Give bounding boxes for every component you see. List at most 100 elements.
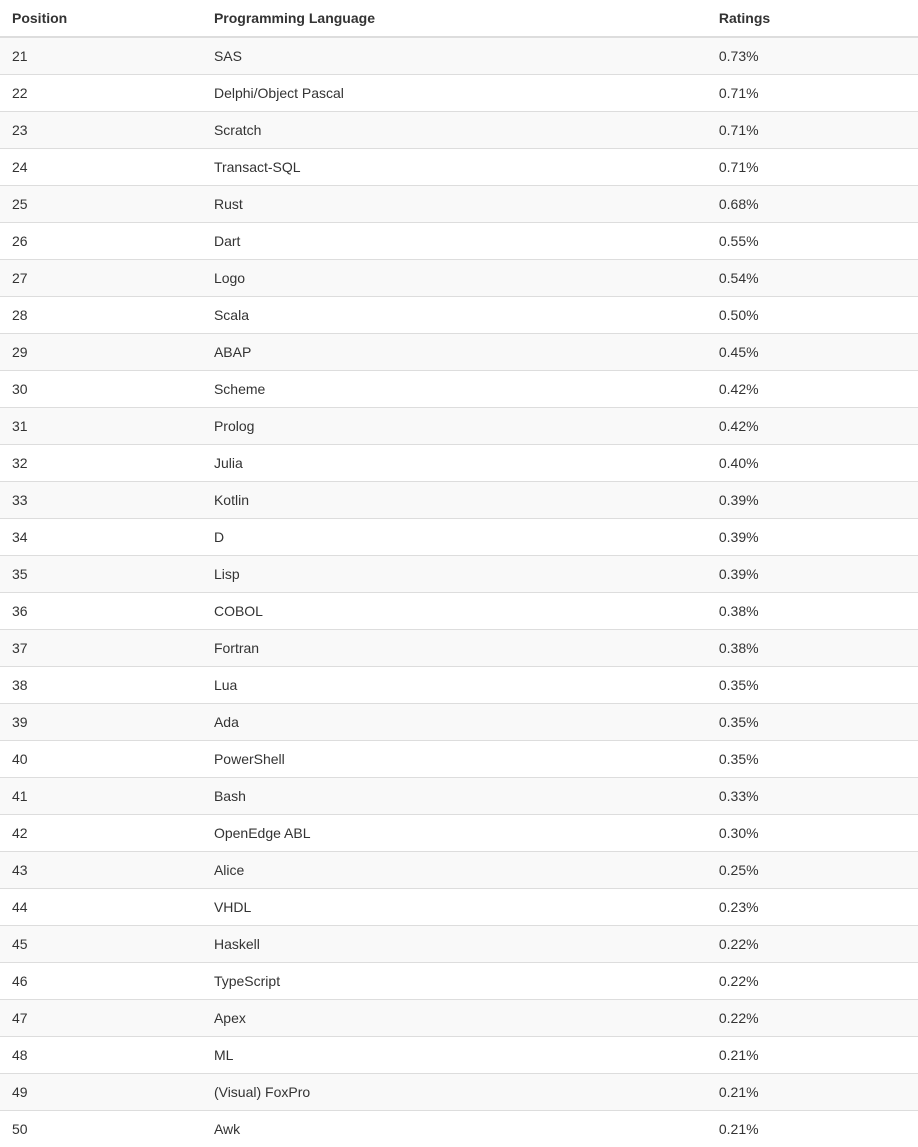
cell-language: Logo — [202, 260, 707, 297]
cell-ratings: 0.38% — [707, 630, 918, 667]
cell-language: Transact-SQL — [202, 149, 707, 186]
cell-position: 49 — [0, 1074, 202, 1111]
cell-language: Bash — [202, 778, 707, 815]
cell-language: Fortran — [202, 630, 707, 667]
cell-ratings: 0.23% — [707, 889, 918, 926]
cell-position: 29 — [0, 334, 202, 371]
cell-ratings: 0.39% — [707, 556, 918, 593]
table-row: 33Kotlin0.39% — [0, 482, 918, 519]
cell-ratings: 0.38% — [707, 593, 918, 630]
cell-position: 26 — [0, 223, 202, 260]
cell-position: 38 — [0, 667, 202, 704]
cell-language: Lisp — [202, 556, 707, 593]
cell-ratings: 0.39% — [707, 482, 918, 519]
cell-language: ABAP — [202, 334, 707, 371]
table-row: 46TypeScript0.22% — [0, 963, 918, 1000]
cell-language: SAS — [202, 37, 707, 75]
cell-position: 32 — [0, 445, 202, 482]
cell-language: Awk — [202, 1111, 707, 1147]
cell-language: Apex — [202, 1000, 707, 1037]
table-row: 25Rust0.68% — [0, 186, 918, 223]
cell-ratings: 0.68% — [707, 186, 918, 223]
cell-position: 31 — [0, 408, 202, 445]
cell-ratings: 0.21% — [707, 1074, 918, 1111]
cell-ratings: 0.22% — [707, 963, 918, 1000]
table-row: 26Dart0.55% — [0, 223, 918, 260]
cell-language: Scratch — [202, 112, 707, 149]
cell-ratings: 0.33% — [707, 778, 918, 815]
header-ratings: Ratings — [707, 0, 918, 37]
cell-position: 23 — [0, 112, 202, 149]
table-row: 31Prolog0.42% — [0, 408, 918, 445]
table-row: 43Alice0.25% — [0, 852, 918, 889]
cell-ratings: 0.35% — [707, 704, 918, 741]
cell-language: Alice — [202, 852, 707, 889]
cell-position: 22 — [0, 75, 202, 112]
cell-position: 41 — [0, 778, 202, 815]
cell-position: 27 — [0, 260, 202, 297]
cell-position: 35 — [0, 556, 202, 593]
cell-ratings: 0.50% — [707, 297, 918, 334]
table-row: 42OpenEdge ABL0.30% — [0, 815, 918, 852]
cell-ratings: 0.42% — [707, 371, 918, 408]
cell-ratings: 0.39% — [707, 519, 918, 556]
header-language: Programming Language — [202, 0, 707, 37]
cell-ratings: 0.30% — [707, 815, 918, 852]
table-row: 37Fortran0.38% — [0, 630, 918, 667]
cell-language: Lua — [202, 667, 707, 704]
table-row: 35Lisp0.39% — [0, 556, 918, 593]
cell-ratings: 0.40% — [707, 445, 918, 482]
cell-language: Rust — [202, 186, 707, 223]
table-row: 48ML0.21% — [0, 1037, 918, 1074]
cell-ratings: 0.22% — [707, 926, 918, 963]
cell-ratings: 0.35% — [707, 741, 918, 778]
table-row: 32Julia0.40% — [0, 445, 918, 482]
table-row: 39Ada0.35% — [0, 704, 918, 741]
cell-language: Haskell — [202, 926, 707, 963]
cell-ratings: 0.71% — [707, 149, 918, 186]
cell-language: Dart — [202, 223, 707, 260]
table-row: 45Haskell0.22% — [0, 926, 918, 963]
cell-ratings: 0.21% — [707, 1037, 918, 1074]
cell-position: 48 — [0, 1037, 202, 1074]
cell-language: (Visual) FoxPro — [202, 1074, 707, 1111]
table-row: 40PowerShell0.35% — [0, 741, 918, 778]
cell-position: 28 — [0, 297, 202, 334]
table-row: 27Logo0.54% — [0, 260, 918, 297]
language-ratings-table: Position Programming Language Ratings 21… — [0, 0, 918, 1147]
cell-position: 45 — [0, 926, 202, 963]
cell-ratings: 0.73% — [707, 37, 918, 75]
cell-position: 30 — [0, 371, 202, 408]
cell-language: D — [202, 519, 707, 556]
cell-language: Scala — [202, 297, 707, 334]
table-row: 38Lua0.35% — [0, 667, 918, 704]
cell-ratings: 0.42% — [707, 408, 918, 445]
table-row: 47Apex0.22% — [0, 1000, 918, 1037]
cell-ratings: 0.55% — [707, 223, 918, 260]
cell-language: ML — [202, 1037, 707, 1074]
cell-ratings: 0.54% — [707, 260, 918, 297]
cell-language: Prolog — [202, 408, 707, 445]
cell-language: OpenEdge ABL — [202, 815, 707, 852]
cell-position: 36 — [0, 593, 202, 630]
cell-ratings: 0.71% — [707, 75, 918, 112]
cell-position: 34 — [0, 519, 202, 556]
table-row: 29ABAP0.45% — [0, 334, 918, 371]
table-row: 34D0.39% — [0, 519, 918, 556]
cell-ratings: 0.25% — [707, 852, 918, 889]
cell-language: Kotlin — [202, 482, 707, 519]
cell-ratings: 0.45% — [707, 334, 918, 371]
cell-position: 50 — [0, 1111, 202, 1147]
table-row: 30Scheme0.42% — [0, 371, 918, 408]
table-row: 50Awk0.21% — [0, 1111, 918, 1147]
cell-position: 42 — [0, 815, 202, 852]
table-row: 36COBOL0.38% — [0, 593, 918, 630]
cell-position: 46 — [0, 963, 202, 1000]
cell-language: COBOL — [202, 593, 707, 630]
cell-language: Scheme — [202, 371, 707, 408]
table-row: 28Scala0.50% — [0, 297, 918, 334]
cell-ratings: 0.35% — [707, 667, 918, 704]
table-row: 44VHDL0.23% — [0, 889, 918, 926]
cell-position: 25 — [0, 186, 202, 223]
cell-language: Delphi/Object Pascal — [202, 75, 707, 112]
